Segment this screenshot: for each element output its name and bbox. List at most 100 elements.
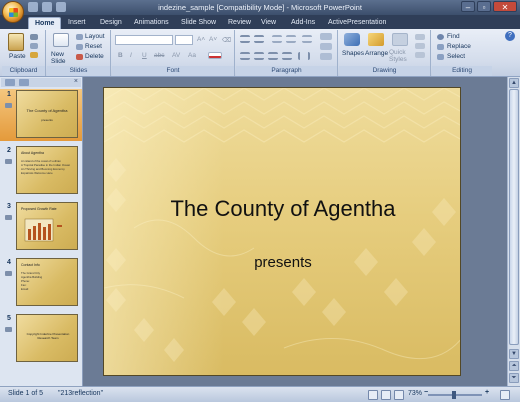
vertical-scrollbar[interactable]: ▲ ▼ ⏶ ⏷ (507, 77, 520, 386)
paste-button[interactable]: Paste (9, 53, 26, 60)
maximize-button[interactable]: ▫ (477, 1, 491, 12)
increase-indent-icon[interactable] (286, 35, 296, 43)
thumbnail-image: About Agentha An island of the coast of … (16, 146, 78, 194)
tab-slide-show[interactable]: Slide Show (175, 17, 222, 29)
zoom-level[interactable]: 73% (408, 390, 422, 397)
find-button[interactable]: Find (447, 33, 460, 40)
scroll-down-icon[interactable]: ▼ (509, 349, 519, 359)
paste-icon[interactable] (8, 33, 24, 51)
columns-icon[interactable] (298, 52, 310, 60)
slide-title[interactable]: The County of Agentha (104, 196, 460, 222)
slide-thumbnail-5[interactable]: 5 Copyright Indezine Presentation Resear… (0, 313, 82, 365)
slide-number: 3 (7, 203, 11, 210)
scroll-thumb[interactable] (509, 89, 519, 345)
new-slide-button[interactable]: New Slide (51, 51, 73, 65)
editing-label: Editing (432, 66, 492, 76)
change-case-button[interactable]: Aa (188, 52, 196, 59)
font-name-box[interactable] (115, 35, 173, 45)
quick-styles-button[interactable]: Quick Styles (389, 49, 411, 63)
align-right-icon[interactable] (268, 52, 278, 60)
tab-add-ins[interactable]: Add-Ins (285, 17, 321, 29)
bold-button[interactable]: B (118, 52, 123, 59)
zoom-slider-handle[interactable] (452, 391, 456, 399)
strikethrough-button[interactable]: abc (154, 52, 164, 59)
help-icon[interactable]: ? (505, 31, 515, 41)
outline-tab-icon[interactable] (19, 79, 29, 86)
align-center-icon[interactable] (254, 52, 264, 60)
format-painter-icon[interactable] (30, 52, 38, 58)
status-bar: Slide 1 of 5 "213reflection" 73% − + (0, 386, 520, 402)
close-button[interactable]: ✕ (493, 1, 517, 12)
slide-thumbnail-1[interactable]: 1 The County of Agentha presents (0, 89, 82, 141)
shape-outline-icon[interactable] (415, 43, 425, 49)
office-button[interactable] (2, 1, 24, 23)
delete-button[interactable]: Delete (85, 53, 104, 60)
shape-effects-icon[interactable] (415, 52, 425, 58)
numbering-icon[interactable] (254, 35, 264, 43)
slide-show-icon[interactable] (394, 390, 404, 400)
thumb-subtitle: presents (41, 118, 53, 122)
tab-view[interactable]: View (255, 17, 282, 29)
close-pane-icon[interactable]: × (74, 78, 78, 85)
next-slide-icon[interactable]: ⏷ (509, 373, 519, 383)
underline-button[interactable]: U (142, 52, 147, 59)
slide-number: 5 (7, 315, 11, 322)
tab-design[interactable]: Design (94, 17, 128, 29)
copy-icon[interactable] (30, 43, 38, 49)
minimize-button[interactable]: ‒ (461, 1, 475, 12)
slide-thumbnail-3[interactable]: 3 Proposed Growth Rate (0, 201, 82, 253)
slides-tab-icon[interactable] (5, 79, 15, 86)
scroll-up-icon[interactable]: ▲ (509, 78, 519, 88)
ribbon-tabs: Home Insert Design Animations Slide Show… (0, 15, 520, 29)
slide-sorter-icon[interactable] (381, 390, 391, 400)
theme-name[interactable]: "213reflection" (58, 390, 103, 397)
char-spacing-button[interactable]: AV (172, 52, 180, 59)
ribbon: Paste Clipboard New Slide Layout Reset D… (0, 29, 520, 77)
quick-styles-icon[interactable] (392, 33, 408, 46)
animation-icon (5, 271, 12, 276)
slide-subtitle[interactable]: presents (104, 254, 460, 271)
align-text-icon[interactable] (320, 43, 332, 50)
slide-counter: Slide 1 of 5 (8, 390, 44, 397)
bullets-icon[interactable] (240, 35, 250, 43)
italic-button[interactable]: I (130, 52, 132, 59)
normal-view-icon[interactable] (368, 390, 378, 400)
layout-button[interactable]: Layout (85, 33, 105, 40)
tab-active-presentation[interactable]: ActivePresentation (322, 17, 392, 29)
text-direction-icon[interactable] (320, 33, 332, 40)
zoom-in-icon[interactable]: + (485, 389, 489, 396)
thumb-title: About Agentha (21, 151, 44, 155)
shrink-font-icon[interactable]: A˅ (209, 36, 217, 43)
shape-fill-icon[interactable] (415, 34, 425, 40)
justify-icon[interactable] (282, 52, 292, 60)
select-button[interactable]: Select (447, 53, 465, 60)
tab-review[interactable]: Review (222, 17, 257, 29)
slide-thumbnail-2[interactable]: 2 About Agentha An island of the coast o… (0, 145, 82, 197)
fit-to-window-icon[interactable] (500, 390, 510, 400)
arrange-button[interactable]: Arrange (365, 50, 388, 57)
tab-home[interactable]: Home (28, 17, 62, 29)
tab-animations[interactable]: Animations (128, 17, 175, 29)
font-group: A˄ A˅ ⌫ B I U abc AV Aa Font (112, 30, 235, 76)
font-size-box[interactable] (175, 35, 193, 45)
new-slide-icon[interactable] (53, 33, 69, 47)
slide-thumbnail-4[interactable]: 4 Contact Info The Grand City Agentha Bu… (0, 257, 82, 309)
slide-canvas[interactable]: The County of Agentha presents (103, 87, 461, 376)
shapes-icon[interactable] (344, 33, 360, 46)
align-left-icon[interactable] (240, 52, 250, 60)
editing-group: Find Replace Select Editing (432, 30, 492, 76)
arrange-icon[interactable] (368, 33, 384, 46)
decrease-indent-icon[interactable] (272, 35, 282, 43)
grow-font-icon[interactable]: A˄ (197, 36, 205, 43)
previous-slide-icon[interactable]: ⏶ (509, 361, 519, 371)
smartart-icon[interactable] (320, 53, 332, 60)
font-color-icon[interactable] (208, 52, 222, 59)
shapes-button[interactable]: Shapes (342, 50, 364, 57)
line-spacing-icon[interactable] (302, 35, 312, 43)
reset-button[interactable]: Reset (85, 43, 102, 50)
tab-insert[interactable]: Insert (62, 17, 92, 29)
thumb-title: The County of Agentha (26, 108, 68, 113)
replace-button[interactable]: Replace (447, 43, 471, 50)
clear-format-icon[interactable]: ⌫ (222, 36, 231, 44)
cut-icon[interactable] (30, 34, 38, 40)
